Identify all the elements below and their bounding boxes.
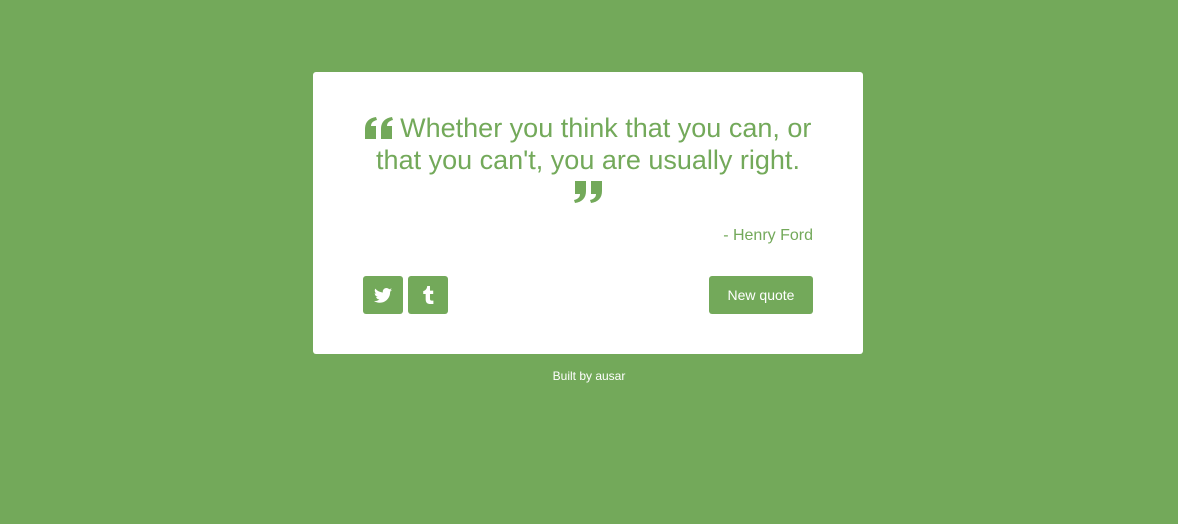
- new-quote-button[interactable]: New quote: [709, 276, 813, 314]
- quote-text: Whether you think that you can, or that …: [376, 113, 812, 175]
- twitter-icon: [374, 287, 392, 303]
- quote-box: Whether you think that you can, or that …: [363, 112, 813, 208]
- quote-card: Whether you think that you can, or that …: [313, 72, 863, 354]
- footer-credit: Built by ausar: [552, 369, 626, 383]
- quote-open-icon: [364, 117, 393, 139]
- quote-author: - Henry Ford: [723, 227, 813, 244]
- tweet-button[interactable]: [363, 276, 403, 314]
- tumblr-button[interactable]: [408, 276, 448, 314]
- tumblr-icon: [422, 286, 434, 304]
- quote-close-icon: [574, 181, 602, 203]
